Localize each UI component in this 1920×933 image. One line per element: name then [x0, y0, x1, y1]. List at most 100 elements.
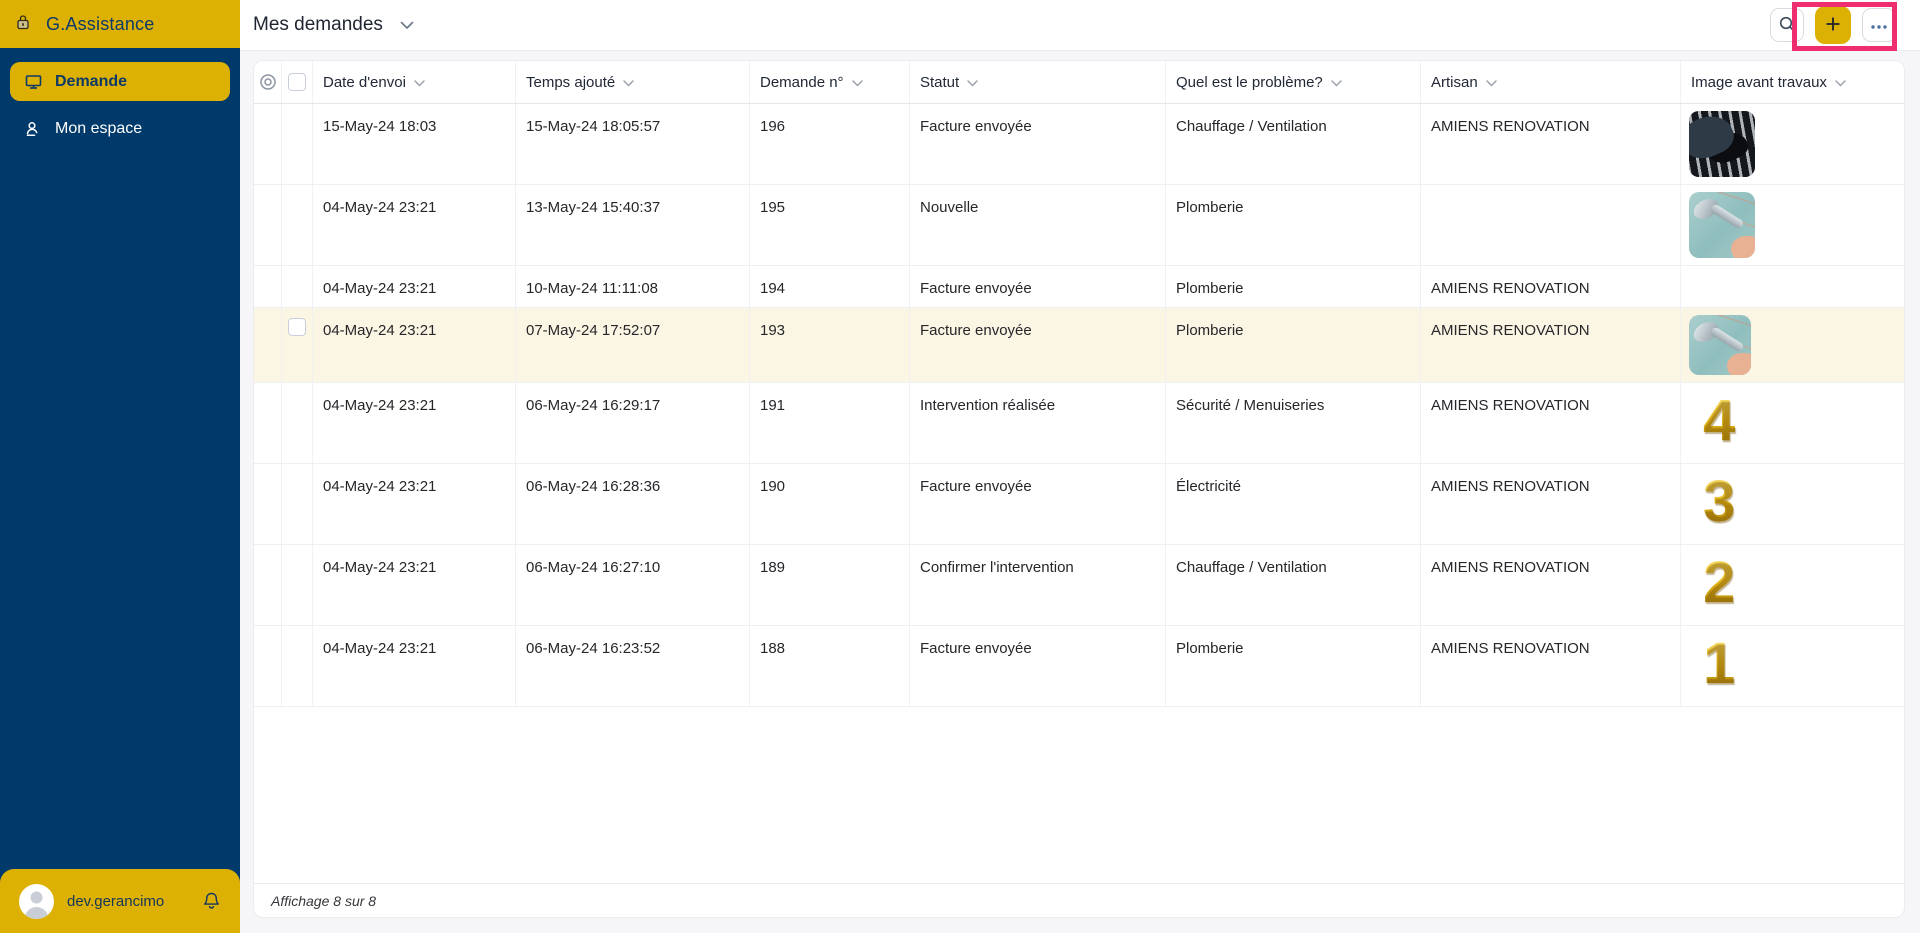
column-header-demande-no[interactable]: Demande n°	[750, 61, 910, 103]
main-area: Mes demandes Date d'envoi Temps ajouté D…	[240, 0, 1920, 933]
column-header-date-envoi[interactable]: Date d'envoi	[313, 61, 516, 103]
table-row[interactable]: 04-May-24 23:21 06-May-24 16:29:17 191 Inte…	[254, 382, 1904, 464]
row-tools-cell	[254, 544, 282, 625]
more-button[interactable]	[1862, 8, 1896, 42]
row-tools-cell	[254, 382, 282, 463]
watch-all-icon[interactable]	[254, 61, 282, 103]
cell-problem: Sécurité / Menuiseries	[1166, 382, 1421, 463]
cell-problem: Chauffage / Ventilation	[1166, 544, 1421, 625]
cell-image-avant-travaux	[1681, 308, 1904, 382]
table-row[interactable]: 04-May-24 23:21 07-May-24 17:52:07 193 Fact…	[254, 307, 1904, 383]
cell-date: 04-May-24 23:21	[313, 307, 516, 382]
sidebar-item-demande[interactable]: Demande	[10, 62, 230, 101]
cell-status: Intervention réalisée	[910, 382, 1166, 463]
select-all-checkbox[interactable]	[288, 73, 306, 91]
table-row[interactable]: 04-May-24 23:21 06-May-24 16:28:36 190 Fact…	[254, 463, 1904, 545]
cell-problem: Électricité	[1166, 463, 1421, 544]
column-header-image-avant-travaux[interactable]: Image avant travaux	[1681, 61, 1904, 103]
column-header-temps-ajoute[interactable]: Temps ajouté	[516, 61, 750, 103]
table-row[interactable]: 04-May-24 23:21 06-May-24 16:27:10 189 Conf…	[254, 544, 1904, 626]
before-work-photo-gold-number[interactable]: 1	[1689, 632, 1904, 695]
cell-number: 194	[750, 266, 910, 307]
cell-artisan: AMIENS RENOVATION	[1421, 307, 1681, 382]
row-checkbox-cell	[282, 307, 313, 382]
cell-status: Confirmer l'intervention	[910, 544, 1166, 625]
before-work-photo-radiator[interactable]	[1689, 111, 1755, 177]
chevron-down-icon	[1835, 74, 1846, 91]
row-checkbox-cell	[282, 544, 313, 625]
column-header-artisan[interactable]: Artisan	[1421, 61, 1681, 103]
cell-problem: Plomberie	[1166, 625, 1421, 706]
row-count-label: Affichage 8 sur 8	[271, 892, 377, 909]
brand-header: G.Assistance	[0, 0, 240, 48]
cell-time_added: 10-May-24 11:11:08	[516, 266, 750, 307]
cell-time_added: 07-May-24 17:52:07	[516, 307, 750, 382]
monitor-icon	[25, 74, 42, 90]
cell-date: 04-May-24 23:21	[313, 266, 516, 307]
chevron-down-icon	[851, 74, 863, 91]
cell-image-avant-travaux	[1681, 185, 1904, 265]
sidebar-item-label: Mon espace	[55, 119, 143, 137]
sidebar-item-label: Demande	[55, 72, 128, 90]
cell-date: 04-May-24 23:21	[313, 544, 516, 625]
row-checkbox-cell	[282, 382, 313, 463]
sidebar-nav: Demande Mon espace	[0, 48, 240, 148]
table-row[interactable]: 04-May-24 23:21 06-May-24 16:23:52 188 Fact…	[254, 625, 1904, 707]
before-work-photo-gold-number[interactable]: 3	[1689, 470, 1904, 533]
cell-problem: Plomberie	[1166, 307, 1421, 382]
chevron-down-icon	[623, 74, 634, 91]
table-body: 15-May-24 18:03 15-May-24 18:05:57 196 Fact…	[254, 104, 1904, 707]
cell-problem: Plomberie	[1166, 266, 1421, 307]
cell-status: Facture envoyée	[910, 104, 1166, 184]
cell-artisan: AMIENS RENOVATION	[1421, 104, 1681, 184]
cell-time_added: 15-May-24 18:05:57	[516, 104, 750, 184]
bell-icon[interactable]	[202, 891, 221, 911]
table-header-row: Date d'envoi Temps ajouté Demande n° Sta…	[254, 61, 1904, 104]
cell-status: Facture envoyée	[910, 307, 1166, 382]
chevron-down-icon	[1485, 74, 1497, 91]
user-card[interactable]: dev.gerancimo	[0, 869, 240, 933]
cell-number: 193	[750, 307, 910, 382]
before-work-photo-shower[interactable]	[1689, 192, 1755, 258]
app-title: G.Assistance	[46, 13, 155, 34]
row-tools-cell	[254, 266, 282, 307]
app-root: G.Assistance Demande Mon espace dev.gera…	[0, 0, 1920, 933]
chevron-down-icon	[414, 74, 425, 91]
table-row[interactable]: 15-May-24 18:03 15-May-24 18:05:57 196 Fact…	[254, 104, 1904, 185]
ellipsis-icon	[1870, 18, 1888, 33]
cell-artisan: AMIENS RENOVATION	[1421, 544, 1681, 625]
search-button[interactable]	[1770, 8, 1804, 42]
chevron-down-icon	[967, 74, 978, 91]
search-icon	[1778, 15, 1796, 36]
chevron-down-icon	[400, 14, 414, 36]
before-work-photo-shower[interactable]	[1689, 314, 1751, 375]
column-header-probleme[interactable]: Quel est le problème?	[1166, 61, 1421, 103]
cell-number: 189	[750, 544, 910, 625]
row-tools-cell	[254, 104, 282, 184]
row-tools-cell	[254, 307, 282, 382]
table-footer: Affichage 8 sur 8	[254, 883, 1904, 917]
cell-date: 04-May-24 23:21	[313, 625, 516, 706]
cell-image-avant-travaux: 3	[1681, 464, 1904, 544]
cell-number: 190	[750, 463, 910, 544]
row-tools-cell	[254, 463, 282, 544]
photo-detail-handle	[1709, 203, 1745, 230]
view-selector[interactable]: Mes demandes	[253, 14, 414, 36]
page-title: Mes demandes	[253, 14, 383, 35]
before-work-photo-gold-number[interactable]: 2	[1689, 551, 1904, 614]
table-empty-space	[254, 707, 1904, 883]
table-row[interactable]: 04-May-24 23:21 13-May-24 15:40:37 195 Nouv…	[254, 185, 1904, 266]
before-work-photo-gold-number[interactable]: 4	[1689, 389, 1904, 452]
padlock-icon	[16, 14, 30, 35]
cell-status: Facture envoyée	[910, 463, 1166, 544]
add-button[interactable]	[1815, 6, 1851, 44]
cell-number: 191	[750, 382, 910, 463]
row-checkbox[interactable]	[288, 317, 306, 336]
content-area: Date d'envoi Temps ajouté Demande n° Sta…	[240, 51, 1920, 933]
cell-artisan: AMIENS RENOVATION	[1421, 463, 1681, 544]
table-row[interactable]: 04-May-24 23:21 10-May-24 11:11:08 194 Fact…	[254, 266, 1904, 308]
cell-status: Nouvelle	[910, 185, 1166, 265]
column-header-statut[interactable]: Statut	[910, 61, 1166, 103]
sidebar-item-mon-espace[interactable]: Mon espace	[10, 109, 230, 148]
requests-table-card: Date d'envoi Temps ajouté Demande n° Sta…	[253, 60, 1905, 918]
